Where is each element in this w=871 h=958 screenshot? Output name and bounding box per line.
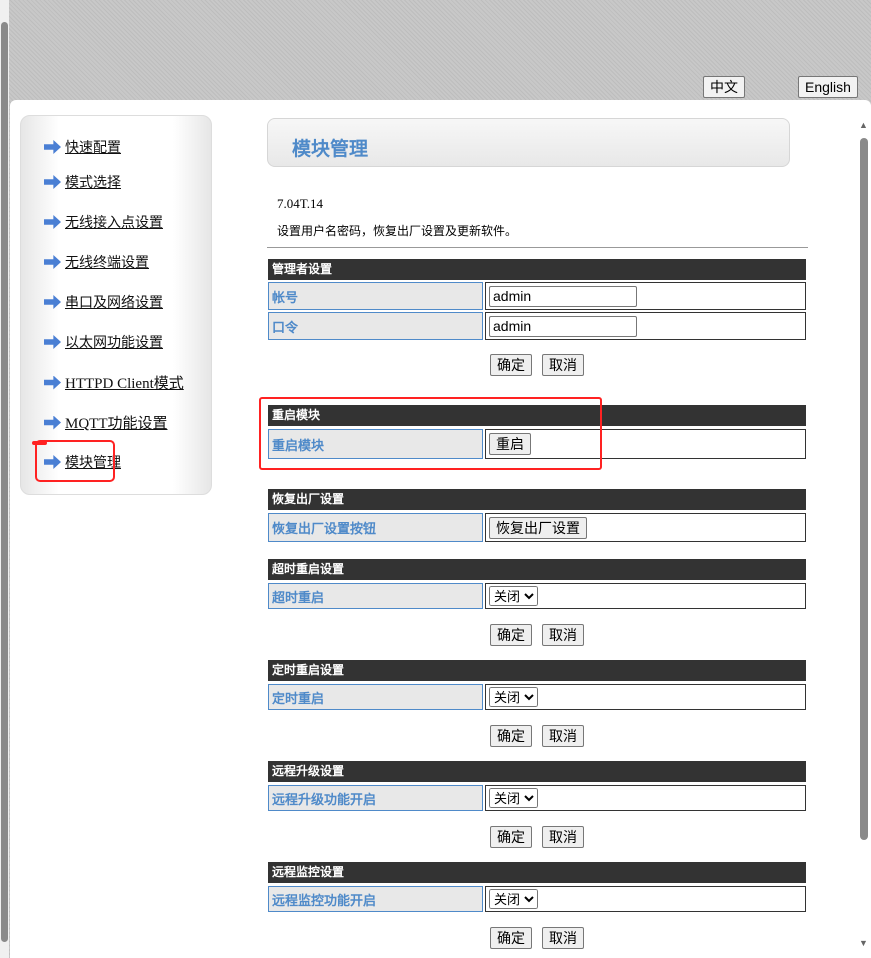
timeout-restart-select[interactable]: 关闭 <box>489 586 538 606</box>
remote-upgrade-select[interactable]: 关闭 <box>489 788 538 808</box>
upgrade-cancel-button[interactable]: 取消 <box>542 826 584 848</box>
sidebar-item-ap[interactable]: 无线接入点设置 <box>44 212 163 232</box>
password-input[interactable] <box>489 315 637 337</box>
arrow-right-icon <box>44 140 61 154</box>
annotation-highlight-nav <box>35 440 115 482</box>
sidebar-item-sta[interactable]: 无线终端设置 <box>44 252 149 272</box>
section-header-remote-monitor: 远程监控设置 <box>268 862 806 883</box>
arrow-right-icon <box>44 415 61 430</box>
sidebar-item-mqtt[interactable]: MQTT功能设置 <box>44 412 168 433</box>
sidebar-item-ethernet[interactable]: 以太网功能设置 <box>44 332 163 352</box>
annotation-highlight-restart <box>259 397 602 470</box>
timed-restart-label: 定时重启 <box>268 684 483 710</box>
admin-confirm-button[interactable]: 确定 <box>490 354 532 376</box>
arrow-right-icon <box>44 375 61 390</box>
timeout-cancel-button[interactable]: 取消 <box>542 624 584 646</box>
timeout-confirm-button[interactable]: 确定 <box>490 624 532 646</box>
sidebar-item-label: HTTPD Client模式 <box>65 376 184 392</box>
remote-upgrade-label: 远程升级功能开启 <box>268 785 483 811</box>
sidebar-item-httpd[interactable]: HTTPD Client模式 <box>44 372 184 393</box>
section-header-remote-upgrade: 远程升级设置 <box>268 761 806 782</box>
sidebar-item-quick-config[interactable]: 快速配置 <box>44 137 121 157</box>
upgrade-confirm-button[interactable]: 确定 <box>490 826 532 848</box>
password-label: 口令 <box>268 312 483 340</box>
timeout-restart-label: 超时重启 <box>268 583 483 609</box>
section-header-timeout-restart: 超时重启设置 <box>268 559 806 580</box>
section-header-factory: 恢复出厂设置 <box>268 489 806 510</box>
page-description: 设置用户名密码，恢复出厂设置及更新软件。 <box>277 224 518 238</box>
admin-cancel-button[interactable]: 取消 <box>542 354 584 376</box>
remote-monitor-select[interactable]: 关闭 <box>489 889 538 909</box>
section-header-admin: 管理者设置 <box>268 259 806 280</box>
timed-cancel-button[interactable]: 取消 <box>542 725 584 747</box>
arrow-right-icon <box>44 295 61 309</box>
sidebar-item-label: 无线接入点设置 <box>65 214 163 230</box>
arrow-right-icon <box>44 215 61 229</box>
page-title: 模块管理 <box>292 139 369 160</box>
divider <box>267 247 808 248</box>
annotation-mark <box>32 441 47 445</box>
lang-chinese-button[interactable]: 中文 <box>703 76 745 98</box>
section-header-timed-restart: 定时重启设置 <box>268 660 806 681</box>
left-scrollbar[interactable] <box>0 0 9 958</box>
arrow-right-icon <box>44 335 61 349</box>
monitor-confirm-button[interactable]: 确定 <box>490 927 532 949</box>
factory-reset-label: 恢复出厂设置按钮 <box>268 513 483 542</box>
lang-english-button[interactable]: English <box>798 76 858 98</box>
arrow-right-icon <box>44 175 61 189</box>
timed-confirm-button[interactable]: 确定 <box>490 725 532 747</box>
sidebar-item-label: 以太网功能设置 <box>65 334 163 350</box>
page-title-box: 模块管理 <box>267 118 790 167</box>
timed-restart-select[interactable]: 关闭 <box>489 687 538 707</box>
sidebar-item-serial[interactable]: 串口及网络设置 <box>44 292 163 312</box>
firmware-version: 7.04T.14 <box>277 196 323 211</box>
username-label: 帐号 <box>268 282 483 310</box>
monitor-cancel-button[interactable]: 取消 <box>542 927 584 949</box>
sidebar-item-label: MQTT功能设置 <box>65 416 168 432</box>
sidebar-item-label: 无线终端设置 <box>65 254 149 270</box>
sidebar-item-label: 快速配置 <box>65 139 121 155</box>
username-input[interactable] <box>489 285 637 307</box>
factory-reset-button[interactable]: 恢复出厂设置 <box>489 516 587 539</box>
sidebar-item-label: 串口及网络设置 <box>65 294 163 310</box>
remote-monitor-label: 远程监控功能开启 <box>268 886 483 912</box>
sidebar-item-label: 模式选择 <box>65 174 121 190</box>
arrow-right-icon <box>44 255 61 269</box>
right-scrollbar[interactable]: ▲ ▼ <box>858 120 870 958</box>
sidebar-item-mode[interactable]: 模式选择 <box>44 172 121 192</box>
